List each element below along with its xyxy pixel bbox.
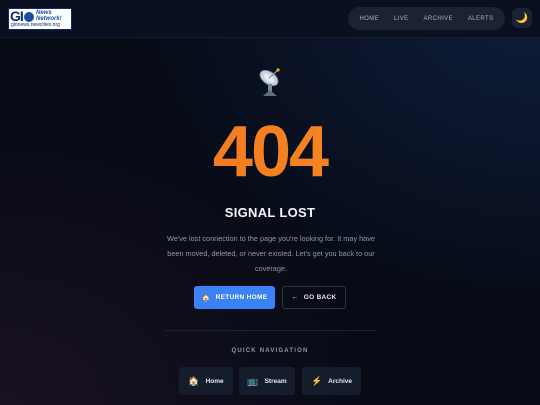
nav-link-home[interactable]: HOME — [359, 16, 379, 22]
quick-nav-archive-label: Archive — [328, 377, 353, 385]
theme-toggle-button[interactable]: 🌙 — [512, 8, 532, 28]
home-icon: 🏠 — [201, 294, 211, 302]
go-back-label: GO BACK — [303, 294, 337, 301]
quick-navigation-heading: QUICK NAVIGATION — [231, 348, 309, 354]
site-logo[interactable]: GI News Network! glonews.newcities.org — [8, 8, 72, 30]
quick-nav-home-label: Home — [205, 377, 224, 385]
site-header: GI News Network! glonews.newcities.org H… — [0, 0, 540, 38]
nav-link-archive[interactable]: ARCHIVE — [423, 16, 452, 22]
quick-nav-home[interactable]: 🏠 Home — [179, 367, 233, 395]
arrow-left-icon: ← — [291, 294, 299, 301]
nav-link-live[interactable]: LIVE — [394, 16, 409, 22]
satellite-dish-icon — [256, 66, 286, 98]
return-home-label: RETURN HOME — [215, 294, 268, 301]
quick-nav-archive[interactable]: ⚡ Archive — [302, 367, 361, 395]
return-home-button[interactable]: 🏠 RETURN HOME — [194, 286, 275, 309]
error-message: We've lost connection to the page you're… — [167, 234, 375, 273]
error-title: SIGNAL LOST — [224, 205, 316, 220]
logo-url: glonews.newcities.org — [11, 22, 60, 28]
nav-link-alerts[interactable]: ALERTS — [468, 16, 494, 22]
moon-icon: 🌙 — [515, 12, 529, 24]
error-code: 404 — [0, 112, 540, 192]
home-icon: 🏠 — [188, 375, 200, 386]
lightning-icon: ⚡ — [310, 375, 323, 386]
go-back-button[interactable]: ← GO BACK — [282, 286, 346, 309]
tv-icon: 📺 — [247, 375, 259, 386]
logo-tagline: News Network! — [36, 10, 62, 22]
main-nav: HOME LIVE ARCHIVE ALERTS — [348, 7, 505, 30]
quick-nav-stream[interactable]: 📺 Stream — [239, 367, 295, 395]
quick-nav-stream-label: Stream — [264, 377, 287, 385]
section-divider — [165, 330, 377, 331]
